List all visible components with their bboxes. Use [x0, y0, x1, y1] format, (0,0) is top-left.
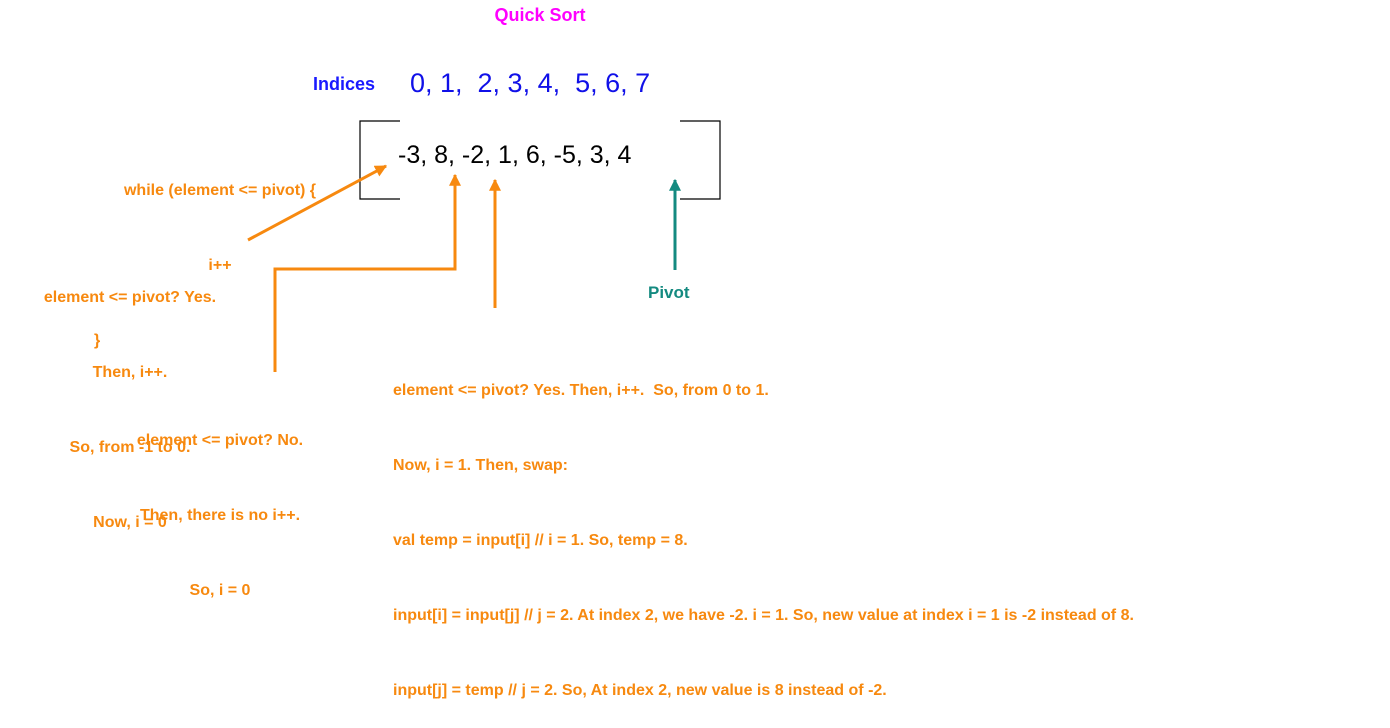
second-check-line-3: So, i = 0: [189, 582, 251, 599]
right-bracket: [680, 120, 721, 200]
diagram-graphics: [247, 120, 721, 372]
third-check-line-3: val temp = input[i] // i = 1. So, temp =…: [393, 532, 688, 549]
left-bracket: [359, 120, 400, 200]
third-check-line-4: input[i] = input[j] // j = 2. At index 2…: [393, 607, 1134, 624]
third-check-line-5: input[j] = temp // j = 2. So, At index 2…: [393, 682, 887, 699]
arrow-to-element-1: [273, 173, 461, 372]
arrow-to-element-0: [247, 164, 388, 242]
second-check-line-2: Then, there is no i++.: [139, 507, 301, 524]
